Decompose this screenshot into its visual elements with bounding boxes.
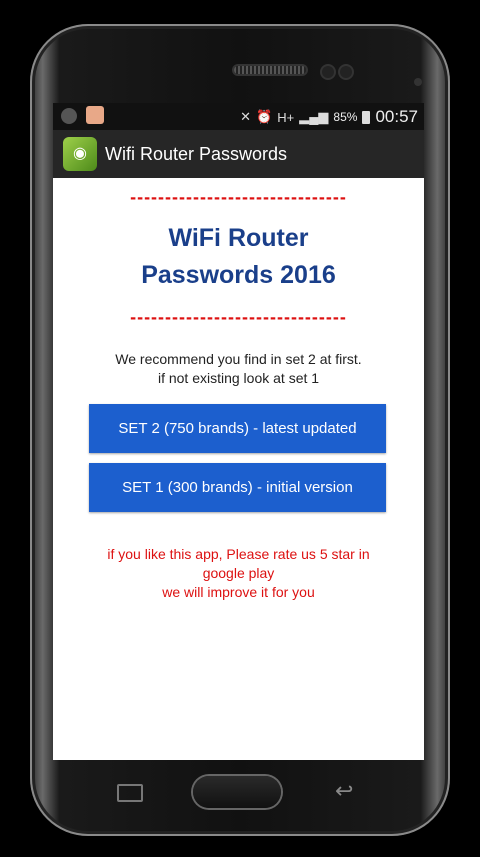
battery-percent: 85%: [333, 110, 358, 124]
main-content: ------------------------------- WiFi Rou…: [53, 188, 424, 602]
screen: ✕ ⏰ H+ ▂▄▆ 85% 00:57 ◉ Wifi Router Passw…: [53, 103, 424, 760]
rate-line1: if you like this app, Please rate us 5 s…: [107, 546, 370, 581]
set1-button[interactable]: SET 1 (300 brands) - initial version: [89, 463, 386, 512]
clock: 00:57: [375, 107, 418, 126]
headline-line2: Passwords 2016: [141, 261, 336, 289]
divider-top: -------------------------------: [130, 187, 347, 207]
recent-apps-icon[interactable]: [117, 784, 143, 802]
battery-icon: [362, 110, 371, 124]
sensor-icon: [322, 66, 334, 78]
mute-icon: ✕: [240, 109, 252, 124]
recommendation-line2: if not existing look at set 1: [157, 370, 320, 386]
rate-line2: we will improve it for you: [162, 584, 315, 600]
recommendation-line1: We recommend you find in set 2 at first.: [115, 351, 362, 367]
wifi-app-logo-icon: ◉: [63, 137, 97, 171]
back-icon[interactable]: ↩: [335, 778, 353, 804]
divider-bottom: -------------------------------: [130, 307, 347, 327]
notification-icon: [61, 108, 77, 124]
recommendation-text: We recommend you find in set 2 at first.…: [53, 350, 424, 388]
set2-button[interactable]: SET 2 (750 brands) - latest updated: [89, 404, 386, 453]
sensor-icon: [340, 66, 352, 78]
status-right-group: ✕ ⏰ H+ ▂▄▆ 85% 00:57: [240, 107, 418, 127]
network-type-label: H+: [277, 109, 295, 125]
home-button[interactable]: [193, 776, 281, 808]
page-title: WiFi Router Passwords 2016: [53, 220, 424, 294]
signal-icon: ▂▄▆: [299, 109, 329, 124]
alarm-icon: ⏰: [256, 109, 273, 124]
status-bar: ✕ ⏰ H+ ▂▄▆ 85% 00:57: [53, 103, 424, 130]
app-title: Wifi Router Passwords: [105, 143, 288, 164]
app-bar: ◉ Wifi Router Passwords: [53, 130, 424, 178]
rate-app-text: if you like this app, Please rate us 5 s…: [53, 545, 424, 602]
notification-app-icon: [86, 106, 104, 124]
front-camera-icon: [414, 78, 422, 86]
headline-line1: WiFi Router: [168, 224, 309, 252]
hardware-nav-bar: ↩: [53, 760, 424, 830]
earpiece-speaker: [234, 66, 306, 74]
